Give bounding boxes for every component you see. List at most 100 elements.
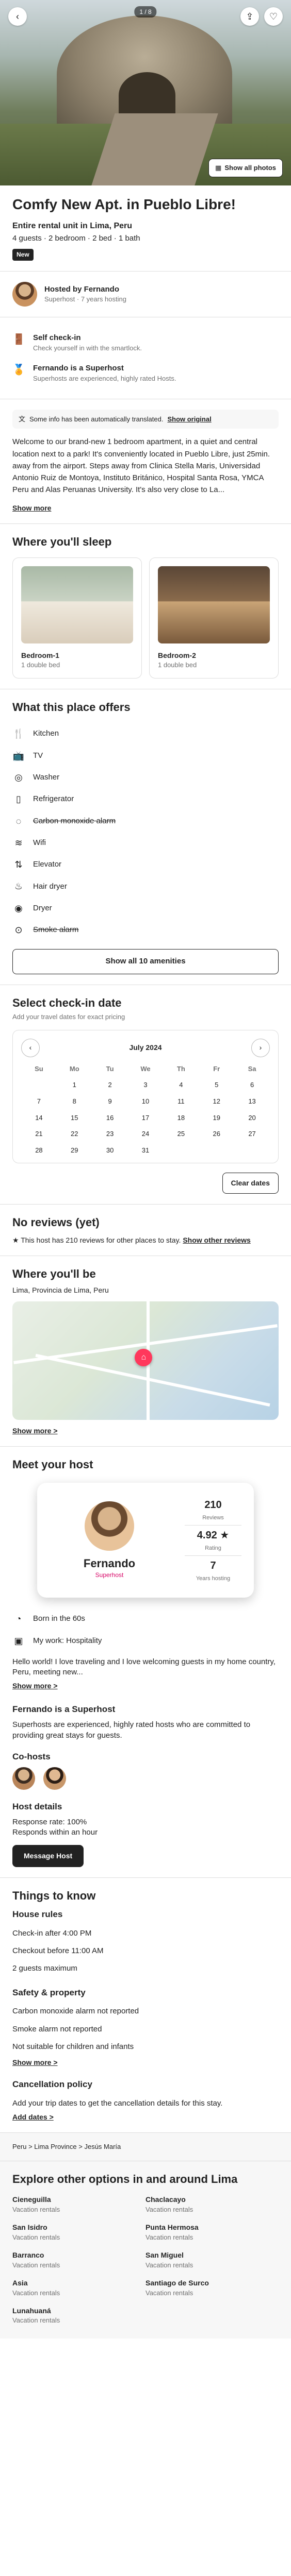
safety-item: Smoke alarm not reported: [12, 2024, 102, 2033]
listing-capacity: 4 guests · 2 bedroom · 2 bed · 1 bath: [12, 234, 140, 243]
show-other-reviews-link[interactable]: Show other reviews: [183, 1236, 250, 1244]
show-original-link[interactable]: Show original: [167, 415, 211, 424]
calendar-day[interactable]: 15: [57, 1113, 92, 1123]
washer-icon: ◎: [14, 772, 23, 783]
prev-month-button[interactable]: ‹: [21, 1038, 40, 1057]
calendar-day[interactable]: 21: [21, 1129, 57, 1139]
message-host-button[interactable]: Message Host: [12, 1845, 84, 1868]
explore-link[interactable]: Barranco Vacation rentals: [12, 2250, 146, 2270]
host-stat: 4.92 ★ Rating: [185, 1526, 241, 1556]
calendar-day[interactable]: 2: [92, 1080, 128, 1090]
bedroom-1-photo: [21, 566, 133, 644]
cohost-avatar[interactable]: [12, 1767, 35, 1790]
host-show-more[interactable]: Show more >: [12, 1681, 279, 1691]
feature-self-checkin: 🚪 Self check-in Check yourself in with th…: [12, 333, 142, 352]
calendar-day[interactable]: 10: [128, 1097, 164, 1106]
calendar-day[interactable]: 4: [163, 1080, 199, 1090]
superhost-title: Fernando is a Superhost: [12, 1704, 116, 1715]
next-month-button[interactable]: ›: [251, 1038, 270, 1057]
translate-icon: 文: [19, 415, 26, 423]
safety-item: Carbon monoxide alarm not reported: [12, 2007, 139, 2016]
weekday-label: Fr: [213, 1064, 220, 1073]
calendar-day[interactable]: 5: [199, 1080, 234, 1090]
show-all-photos-button[interactable]: ▦ Show all photos: [208, 159, 283, 177]
amenity-item: ▯ Refrigerator: [12, 788, 279, 810]
chevron-right-icon: ›: [259, 1043, 262, 1052]
share-button[interactable]: ⇪: [240, 7, 259, 26]
save-button[interactable]: ♡: [264, 7, 283, 26]
calendar-day[interactable]: 27: [234, 1129, 270, 1139]
explore-link[interactable]: Chaclacayo Vacation rentals: [146, 2195, 279, 2214]
calendar-day[interactable]: 17: [128, 1113, 164, 1123]
add-dates-link[interactable]: Add dates >: [12, 2112, 279, 2122]
map[interactable]: ⌂: [12, 1301, 279, 1420]
calendar-day[interactable]: 6: [234, 1080, 270, 1090]
safety-show-more[interactable]: Show more >: [12, 2058, 279, 2067]
description-section: 文 Some info has been automatically trans…: [0, 399, 291, 524]
calendar-day[interactable]: 12: [199, 1097, 234, 1106]
breadcrumb[interactable]: Peru > Lima Province > Jesús María: [0, 2133, 291, 2161]
calendar-day[interactable]: 20: [234, 1113, 270, 1123]
weekday-label: Mo: [69, 1064, 79, 1073]
calendar-day[interactable]: 1: [57, 1080, 92, 1090]
host-summary[interactable]: Hosted by Fernando Superhost · 7 years h…: [0, 272, 291, 317]
host-avatar[interactable]: [12, 281, 37, 307]
calendar-day[interactable]: 26: [199, 1129, 234, 1139]
house-rule: Check-in after 4:00 PM: [12, 1928, 92, 1938]
reviews-section: No reviews (yet) ★ This host has 210 rev…: [0, 1205, 291, 1256]
explore-link[interactable]: Lunahuaná Vacation rentals: [12, 2306, 146, 2326]
calendar-day[interactable]: 29: [57, 1146, 92, 1155]
description-show-more[interactable]: Show more: [12, 503, 279, 513]
calendar-day[interactable]: 25: [163, 1129, 199, 1139]
calendar-day[interactable]: 7: [21, 1097, 57, 1106]
description-text: Welcome to our brand-new 1 bedroom apart…: [12, 437, 270, 495]
calendar-month: July 2024: [129, 1043, 162, 1052]
explore-link[interactable]: Asia Vacation rentals: [12, 2278, 146, 2298]
cohost-avatar[interactable]: [43, 1767, 66, 1790]
host-card[interactable]: Fernando Superhost 210 Reviews 4.92 ★ Rati…: [37, 1483, 254, 1598]
explore-link[interactable]: San Isidro Vacation rentals: [12, 2223, 146, 2242]
map-road: [35, 1353, 270, 1407]
cancel-text: Add your trip dates to get the cancellat…: [12, 2099, 223, 2108]
calendar-day[interactable]: 19: [199, 1113, 234, 1123]
calendar-day[interactable]: 23: [92, 1129, 128, 1139]
chevron-left-icon: ‹: [29, 1043, 32, 1052]
bedroom-bed: 1 double bed: [158, 661, 197, 669]
explore-link[interactable]: Cieneguilla Vacation rentals: [12, 2195, 146, 2214]
calendar-day[interactable]: 30: [92, 1146, 128, 1155]
listing-title: Comfy New Apt. in Pueblo Libre!: [12, 196, 236, 212]
amenity-item: ◉ Dryer: [12, 897, 279, 919]
calendar-day[interactable]: 16: [92, 1113, 128, 1123]
calendar-day[interactable]: 13: [234, 1097, 270, 1106]
co-alarm-icon: ◌: [15, 816, 22, 826]
calendar-day[interactable]: 11: [163, 1097, 199, 1106]
calendar-day[interactable]: 8: [57, 1097, 92, 1106]
clear-dates-button[interactable]: Clear dates: [222, 1173, 279, 1194]
calendar-day[interactable]: 9: [92, 1097, 128, 1106]
bedroom-name: Bedroom-1: [21, 651, 59, 660]
explore-link[interactable]: Santiago de Surco Vacation rentals: [146, 2278, 279, 2298]
back-button[interactable]: ‹: [8, 7, 27, 26]
calendar-day[interactable]: 14: [21, 1113, 57, 1123]
explore-link[interactable]: San Miguel Vacation rentals: [146, 2250, 279, 2270]
reviews-text: This host has 210 reviews for other plac…: [21, 1235, 181, 1244]
location-section: Where you'll be Lima, Provincia de Lima,…: [0, 1256, 291, 1447]
sleep-section: Where you'll sleep Bedroom-1 1 double be…: [0, 524, 291, 689]
explore-link[interactable]: Punta Hermosa Vacation rentals: [146, 2223, 279, 2242]
host-born: ◔ Born in the 60s: [12, 1608, 279, 1630]
bedroom-card[interactable]: Bedroom-1 1 double bed: [12, 557, 142, 679]
bedroom-card[interactable]: Bedroom-2 1 double bed: [149, 557, 279, 679]
calendar-day[interactable]: 3: [128, 1080, 164, 1090]
response-rate: Response rate: 100%: [12, 1817, 87, 1826]
calendar-day[interactable]: 22: [57, 1129, 92, 1139]
show-all-amenities-button[interactable]: Show all 10 amenities: [12, 949, 279, 974]
new-badge: New: [12, 249, 34, 261]
calendar-day[interactable]: 18: [163, 1113, 199, 1123]
calendar-day[interactable]: 31: [128, 1146, 164, 1155]
calendar-day[interactable]: 28: [21, 1146, 57, 1155]
calendar-day[interactable]: 24: [128, 1129, 164, 1139]
listing-type: Entire rental unit in Lima, Peru: [12, 221, 133, 230]
hero-photo[interactable]: ‹ 1 / 8 ⇪ ♡ ▦ Show all photos: [0, 0, 291, 185]
host-meta: Superhost · 7 years hosting: [44, 295, 126, 303]
location-show-more[interactable]: Show more >: [12, 1426, 279, 1436]
